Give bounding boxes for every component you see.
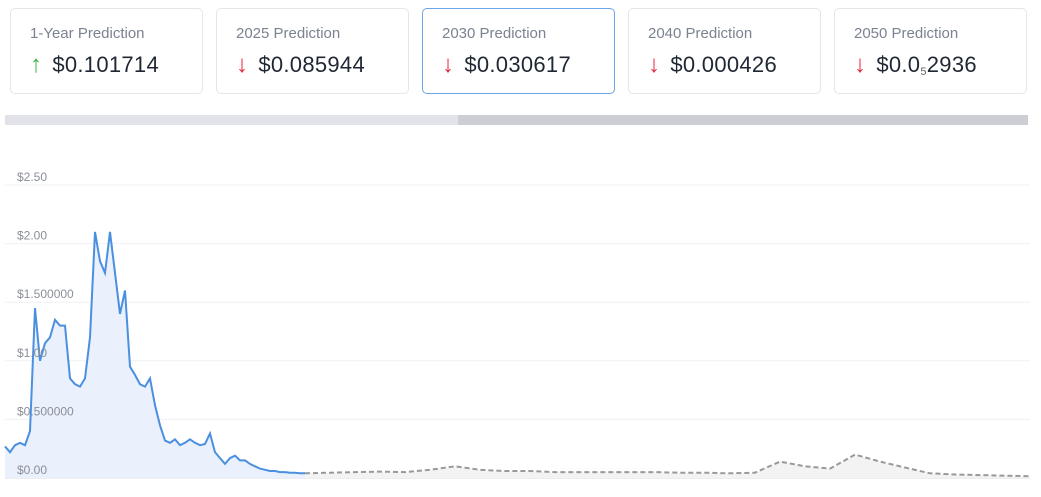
y-tick-label: $1.500000	[17, 287, 74, 301]
y-tick-label: $2.00	[17, 229, 47, 243]
y-tick-label: $2.50	[17, 170, 47, 184]
y-tick-label: $1.00	[17, 346, 47, 360]
historical-area	[5, 231, 305, 478]
forecast-area	[305, 454, 1030, 478]
price-chart: $0.00 $0.500000 $1.00 $1.500000 $2.00 $2.50	[4, 170, 1031, 479]
y-tick-label: $0.500000	[17, 404, 74, 418]
y-tick-label: $0.00	[17, 463, 47, 477]
